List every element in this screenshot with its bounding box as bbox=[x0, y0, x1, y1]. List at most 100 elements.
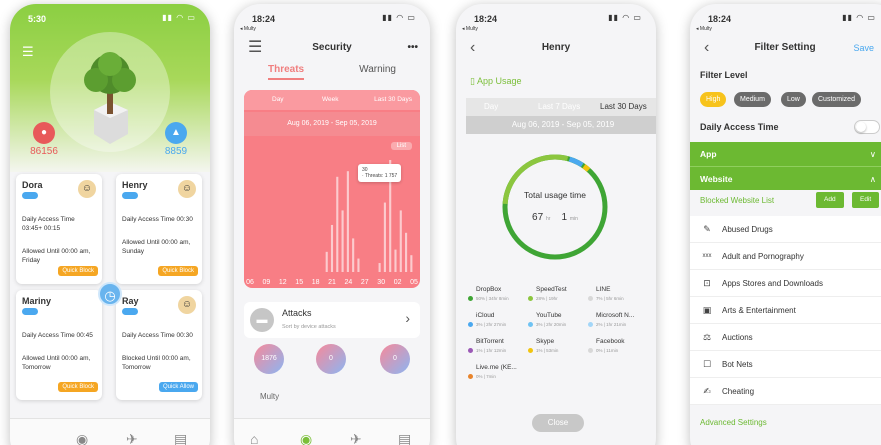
phone-app-usage: 18:24 ◂ Multy ▮▮ ◠ ▭ ‹ Henry ▯ App Usage… bbox=[456, 4, 656, 445]
attack-bubble[interactable]: 0 bbox=[316, 344, 346, 374]
user-name: Mariny bbox=[22, 296, 52, 306]
shield-tab-icon[interactable]: ◉ bbox=[76, 431, 88, 445]
period-week[interactable]: Week bbox=[322, 96, 339, 103]
status-icons: ▮▮ ◠ ▭ bbox=[608, 13, 642, 22]
threat-bar bbox=[346, 171, 349, 272]
threat-stat[interactable]: ● 86156 bbox=[14, 122, 74, 157]
category-item[interactable]: ⚖ Auctions bbox=[690, 324, 881, 351]
total-usage-value: 67 hr 1 min bbox=[500, 212, 610, 223]
access-time: Daily Access Time 00:30 bbox=[122, 332, 193, 339]
tab-bar: ◉ ✈ ▤ bbox=[10, 418, 210, 445]
devices-tab-icon[interactable]: ▤ bbox=[174, 431, 187, 445]
attacks-row[interactable]: ▬ Attacks Sort by device attacks › bbox=[244, 302, 420, 338]
quick-block-button[interactable]: Quick Block bbox=[158, 266, 198, 276]
home-tab-icon[interactable]: ⌂ bbox=[250, 431, 258, 445]
user-card-mariny[interactable]: Mariny Daily Access Time 00:45 Allowed U… bbox=[16, 290, 102, 400]
period-30-days[interactable]: Last 30 Days bbox=[374, 96, 412, 103]
category-item[interactable]: xxx Adult and Pornography bbox=[690, 243, 881, 270]
shield-icon: ▲ bbox=[165, 122, 187, 144]
period-30-days[interactable]: Last 30 Days bbox=[600, 102, 647, 111]
allowed-until: Allowed Until 00:00 am, Tomorrow bbox=[22, 355, 91, 371]
app-section-bar[interactable]: App ∨ bbox=[690, 142, 881, 166]
website-section-bar[interactable]: Website ∧ bbox=[690, 166, 881, 190]
chip-low[interactable]: Low bbox=[781, 92, 806, 107]
chip-high[interactable]: High bbox=[700, 92, 727, 107]
chevron-up-icon: ∧ bbox=[869, 174, 876, 184]
usage-ring: Total usage time 67 hr 1 min bbox=[500, 152, 610, 262]
back-chevron-icon[interactable]: ‹ bbox=[704, 34, 709, 62]
phone-icon: ▯ bbox=[470, 76, 475, 86]
category-item[interactable]: ✎ Abused Drugs bbox=[690, 216, 881, 243]
tab-threats[interactable]: Threats bbox=[268, 64, 305, 80]
app-usage-item: iCloud 3% | 2hr 27min bbox=[468, 312, 536, 327]
chip-medium[interactable]: Medium bbox=[734, 92, 771, 107]
app-usage-title: ▯ App Usage bbox=[470, 76, 522, 87]
status-time: 5:30 bbox=[28, 14, 47, 24]
period-day[interactable]: Day bbox=[272, 96, 284, 103]
app-color-dot bbox=[528, 296, 533, 301]
category-label: Auctions bbox=[722, 333, 753, 342]
menu-icon[interactable]: ☰ bbox=[248, 34, 262, 62]
quick-block-button[interactable]: Quick Block bbox=[58, 266, 98, 276]
user-card-ray[interactable]: Ray ☺ Daily Access Time 00:30 Blocked Un… bbox=[116, 290, 202, 400]
app-usage-detail: 1% | 1hr 12min bbox=[476, 348, 507, 353]
list-button[interactable]: List bbox=[390, 142, 412, 150]
more-icon[interactable]: ••• bbox=[407, 34, 418, 62]
hamburger-menu-icon[interactable]: ☰ bbox=[22, 44, 34, 60]
back-chevron-icon[interactable]: ‹ bbox=[470, 34, 475, 62]
app-usage-item: LINE 7% | 5hr 6min bbox=[588, 286, 656, 301]
app-usage-item: Facebook 0% | 11min bbox=[588, 338, 656, 353]
tab-warning[interactable]: Warning bbox=[359, 64, 396, 75]
protect-stat[interactable]: ▲ 8859 bbox=[146, 122, 206, 157]
rocket-tab-icon[interactable]: ✈ bbox=[350, 431, 362, 445]
close-button[interactable]: Close bbox=[532, 414, 584, 432]
website-section-label: Website bbox=[700, 174, 733, 184]
period-7-days[interactable]: Last 7 Days bbox=[538, 102, 580, 111]
advanced-settings-link[interactable]: Advanced Settings bbox=[700, 418, 767, 427]
phone-filter-setting: 18:24 ◂ Multy ▮▮ ◠ ▭ ‹ Filter Setting Sa… bbox=[690, 4, 881, 445]
app-usage-detail: 2% | 1hr 21min bbox=[596, 322, 627, 327]
back-to-app[interactable]: ◂ Multy bbox=[462, 26, 478, 32]
chip-customized[interactable]: Customized bbox=[812, 92, 861, 107]
category-item[interactable]: ⊡ Apps Stores and Downloads bbox=[690, 270, 881, 297]
attack-bubble[interactable]: 1876 bbox=[254, 344, 284, 374]
add-button[interactable]: Add bbox=[816, 192, 844, 208]
threats-chart: Day Week Last 30 Days Aug 06, 2019 - Sep… bbox=[244, 90, 420, 288]
shield-tab-icon[interactable]: ◉ bbox=[300, 431, 312, 445]
access-time: Daily Access Time 03:45+ 00:15 bbox=[22, 216, 75, 232]
app-name: Live.me (KE... bbox=[476, 364, 517, 371]
phone-dashboard: 5:30 ▮▮ ◠ ▭ ☰ ● 86156 ▲ 8859 Dora ☺ Dail… bbox=[10, 4, 210, 445]
app-name: iCloud bbox=[476, 312, 495, 319]
daily-access-toggle[interactable] bbox=[854, 120, 880, 134]
quick-allow-button[interactable]: Quick Allow bbox=[158, 382, 198, 392]
app-name: Microsoft N... bbox=[596, 312, 635, 319]
chevron-right-icon[interactable]: › bbox=[405, 310, 410, 326]
category-label: Adult and Pornography bbox=[722, 252, 804, 261]
status-time: 18:24 bbox=[708, 14, 732, 24]
category-item[interactable]: ☐ Bot Nets bbox=[690, 351, 881, 378]
tooltip-value: · Threats: 1 757 bbox=[362, 173, 398, 179]
edit-button[interactable]: Edit bbox=[852, 192, 880, 208]
user-card-henry[interactable]: Henry ☺ Daily Access Time 00:30 Allowed … bbox=[116, 174, 202, 284]
tree-illustration bbox=[84, 52, 136, 144]
rocket-tab-icon[interactable]: ✈ bbox=[126, 431, 138, 445]
devices-tab-icon[interactable]: ▤ bbox=[398, 431, 411, 445]
period-day[interactable]: Day bbox=[484, 102, 498, 111]
attack-bubble[interactable]: 0 bbox=[380, 344, 410, 374]
nav-bar: ‹ Filter Setting Save bbox=[690, 34, 881, 62]
app-name: SpeedTest bbox=[536, 286, 567, 293]
back-to-app[interactable]: ◂ Multy bbox=[696, 26, 712, 32]
period-selector: Day Week Last 30 Days bbox=[244, 90, 420, 110]
category-item[interactable]: ✍ Cheating bbox=[690, 378, 881, 405]
threat-bar bbox=[336, 176, 339, 272]
user-card-dora[interactable]: Dora ☺ Daily Access Time 03:45+ 00:15 Al… bbox=[16, 174, 102, 284]
save-button[interactable]: Save bbox=[853, 34, 874, 62]
category-item[interactable]: ▣ Arts & Entertainment bbox=[690, 297, 881, 324]
status-bar: 18:24 ◂ Multy ▮▮ ◠ ▭ bbox=[690, 4, 881, 32]
clock-icon[interactable]: ◷ bbox=[98, 282, 122, 306]
threat-bar bbox=[378, 263, 381, 272]
back-to-app[interactable]: ◂ Multy bbox=[240, 26, 256, 32]
period-selector: Day Last 7 Days Last 30 Days bbox=[466, 98, 656, 116]
threat-bar bbox=[357, 258, 360, 272]
quick-block-button[interactable]: Quick Block bbox=[58, 382, 98, 392]
